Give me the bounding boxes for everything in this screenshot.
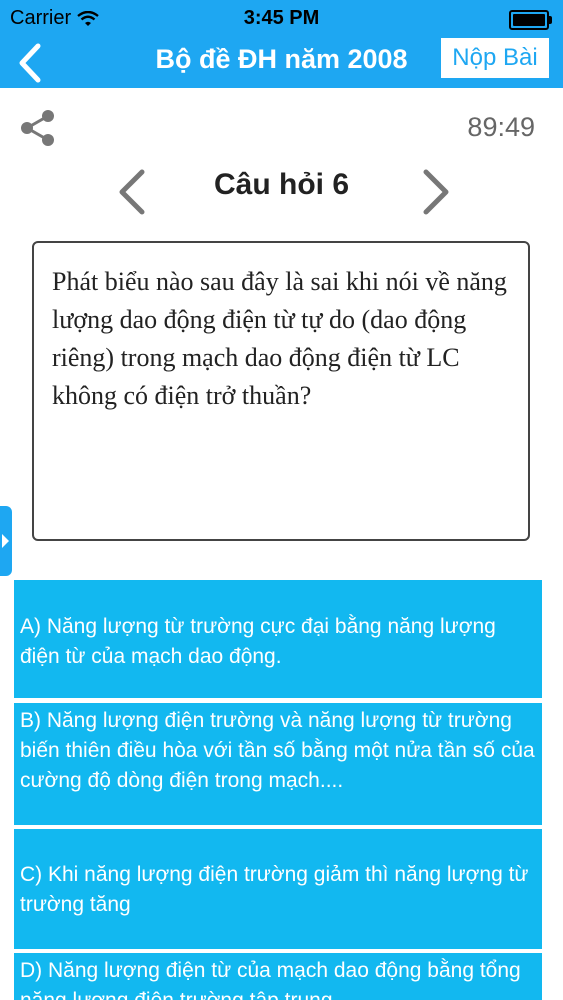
question-number: Câu hỏi 6 bbox=[213, 168, 349, 201]
question-text-box: Phát biểu nào sau đây là sai khi nói về … bbox=[32, 241, 530, 541]
nav-bar: Bộ đề ĐH năm 2008 Nộp Bài bbox=[0, 38, 563, 88]
question-text: Phát biểu nào sau đây là sai khi nói về … bbox=[52, 267, 507, 410]
answer-option-a[interactable]: A) Năng lượng từ trường cực đại bằng năn… bbox=[14, 580, 542, 698]
answer-option-d[interactable]: D) Năng lượng điện từ của mạch dao động … bbox=[14, 953, 542, 1000]
status-bar: Carrier 3:45 PM bbox=[0, 0, 563, 38]
submit-button[interactable]: Nộp Bài bbox=[441, 38, 549, 78]
answer-text: C) Khi năng lượng điện trường giảm thì n… bbox=[20, 863, 529, 916]
battery-icon bbox=[509, 10, 552, 30]
status-time: 3:45 PM bbox=[243, 7, 320, 29]
answer-text: A) Năng lượng từ trường cực đại bằng năn… bbox=[20, 615, 496, 668]
share-icon[interactable] bbox=[18, 108, 58, 148]
answer-option-c[interactable]: C) Khi năng lượng điện trường giảm thì n… bbox=[14, 829, 542, 949]
next-question-chevron-icon[interactable] bbox=[416, 168, 456, 216]
answer-text: D) Năng lượng điện từ của mạch dao động … bbox=[20, 959, 521, 1000]
answer-option-b[interactable]: B) Năng lượng điện trường và năng lượng … bbox=[14, 703, 542, 825]
answer-text: B) Năng lượng điện trường và năng lượng … bbox=[20, 709, 535, 792]
countdown-timer: 89:49 bbox=[467, 112, 535, 142]
side-drawer-handle[interactable] bbox=[0, 506, 12, 576]
